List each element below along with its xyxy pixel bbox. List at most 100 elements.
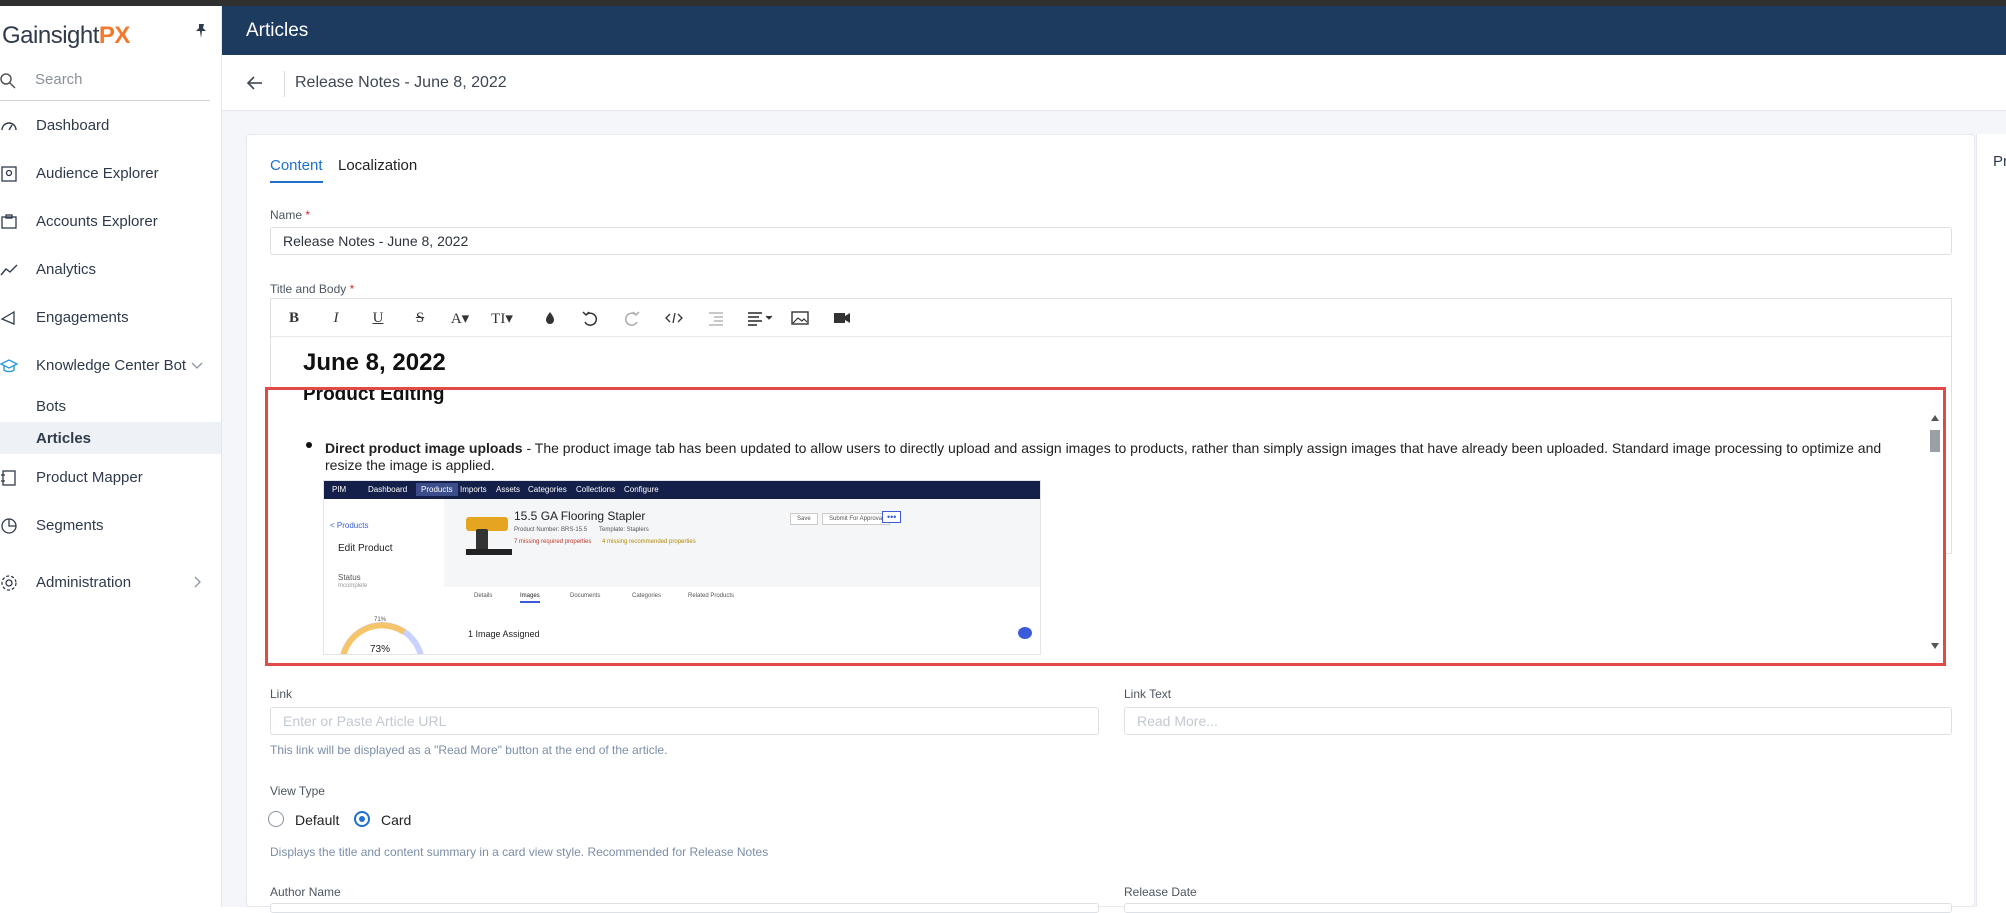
bullet-title: Direct product image uploads [325, 440, 523, 456]
embedded-nav-assets: Assets [496, 485, 521, 494]
editor-toolbar: B I U S A▾ TI▾ [271, 299, 1951, 337]
insert-image-icon[interactable] [789, 307, 811, 329]
page-title: Articles [246, 20, 309, 41]
view-card-label[interactable]: Card [381, 812, 411, 828]
scroll-up-icon[interactable] [1930, 414, 1940, 422]
engagements-icon [0, 310, 15, 325]
author-name-field[interactable] [270, 903, 1099, 913]
nav-label: Articles [36, 430, 92, 447]
code-view-icon[interactable] [663, 307, 685, 329]
nav-dashboard[interactable]: Dashboard [0, 106, 221, 146]
logo-accent: PX [98, 22, 131, 49]
view-card-radio[interactable] [354, 811, 370, 827]
view-default-radio[interactable] [268, 811, 284, 827]
search-box[interactable] [0, 61, 210, 101]
analytics-icon [0, 264, 18, 276]
embedded-nav-categories: Categories [528, 485, 567, 494]
body-label: Title and Body * [270, 282, 354, 296]
underline-button[interactable]: U [367, 307, 389, 329]
redo-icon[interactable] [621, 307, 643, 329]
embedded-status-label: Status [338, 573, 361, 582]
highlight-color-icon[interactable] [539, 307, 561, 329]
list-item: Direct product image uploads - The produ… [325, 440, 1903, 474]
right-panel: Pr [1976, 134, 2006, 907]
link-url-field[interactable] [270, 707, 1099, 735]
align-dropdown-icon[interactable] [745, 307, 775, 329]
editor-title-heading: June 8, 2022 [303, 349, 446, 376]
embedded-gauge-value: 73% [370, 644, 391, 655]
nav-knowledge-center-bot[interactable]: Knowledge Center Bot [0, 346, 221, 386]
product-mapper-icon [1, 470, 16, 486]
app-logo[interactable]: GainsightPX [2, 22, 130, 50]
nav-product-mapper[interactable]: Product Mapper [0, 458, 221, 498]
link-text-label: Link Text [1124, 687, 1172, 701]
font-size-button[interactable]: TI▾ [491, 307, 513, 329]
nav-label: Segments [36, 517, 104, 534]
nav-label: Dashboard [36, 117, 110, 134]
bold-button[interactable]: B [283, 307, 305, 329]
body-label-text: Title and Body [270, 282, 347, 296]
view-type-label: View Type [270, 784, 325, 798]
bullet-body: - The product image tab has been updated… [325, 440, 1882, 473]
stapler-image [466, 517, 512, 555]
undo-icon[interactable] [579, 307, 601, 329]
sidebar: GainsightPX Dashboard Audience Explorer … [0, 6, 222, 907]
indent-icon[interactable] [705, 307, 727, 329]
insert-video-icon[interactable] [831, 307, 853, 329]
required-marker: * [305, 208, 311, 222]
pin-icon[interactable] [193, 23, 209, 39]
nav-label: Administration [36, 574, 132, 591]
embedded-tab-documents: Documents [570, 593, 601, 599]
breadcrumb: Release Notes - June 8, 2022 [222, 55, 2006, 111]
scroll-down-icon[interactable] [1930, 642, 1940, 650]
font-color-button[interactable]: A▾ [449, 307, 471, 329]
embedded-more-button: ••• [882, 511, 902, 523]
editor-scrollbar[interactable] [1928, 410, 1942, 662]
list-bullet [306, 442, 312, 448]
release-date-label: Release Date [1124, 885, 1197, 899]
embedded-tab-related: Related Products [688, 593, 735, 599]
nav-segments[interactable]: Segments [0, 506, 221, 546]
strikethrough-button[interactable]: S [409, 307, 431, 329]
nav-label: Audience Explorer [36, 165, 159, 182]
nav-audience-explorer[interactable]: Audience Explorer [0, 154, 221, 194]
search-icon [0, 73, 16, 89]
name-label-text: Name [270, 208, 303, 222]
tab-content[interactable]: Content [270, 157, 323, 183]
embedded-upload-icon [1018, 627, 1032, 639]
scrollbar-thumb[interactable] [1930, 430, 1940, 452]
embedded-missing-required: 7 missing required properties [514, 539, 592, 545]
link-hint: This link will be displayed as a "Read M… [270, 743, 668, 757]
knowledge-center-icon [0, 359, 18, 373]
tab-localization[interactable]: Localization [338, 157, 417, 181]
nav-administration[interactable]: Administration [0, 563, 221, 603]
view-default-label[interactable]: Default [295, 812, 339, 828]
embedded-missing-recommended: 4 missing recommended properties [602, 539, 696, 545]
embedded-save-button: Save [790, 513, 818, 525]
highlighted-editor-region[interactable]: Product Editing Direct product image upl… [265, 387, 1946, 666]
link-text-field[interactable] [1124, 707, 1952, 735]
section-heading: Product Editing [303, 387, 445, 405]
right-panel-label: Pr [1993, 153, 2006, 170]
nav-engagements[interactable]: Engagements [0, 298, 221, 338]
search-input[interactable] [35, 71, 205, 88]
embedded-nav-products: Products [416, 483, 458, 496]
embedded-left-panel: < Products Edit Product Status Incomplet… [324, 499, 444, 655]
nav-articles[interactable]: Articles [0, 422, 221, 454]
nav-bots[interactable]: Bots [0, 390, 221, 422]
nav-analytics[interactable]: Analytics [0, 250, 221, 290]
link-label: Link [270, 687, 293, 701]
app-header: Articles [222, 6, 2006, 55]
nav-label: Bots [36, 398, 67, 415]
nav-accounts-explorer[interactable]: Accounts Explorer [0, 202, 221, 242]
required-marker: * [349, 282, 355, 296]
back-arrow-icon[interactable] [246, 74, 264, 92]
name-field[interactable] [270, 227, 1952, 255]
nav-label: Engagements [36, 309, 129, 326]
italic-button[interactable]: I [325, 307, 347, 329]
release-date-field[interactable] [1124, 903, 1952, 913]
segments-icon [1, 518, 17, 534]
nav-label: Accounts Explorer [36, 213, 158, 230]
embedded-back-link: < Products [330, 521, 369, 530]
embedded-submit-button: Submit For Approval [822, 513, 891, 525]
